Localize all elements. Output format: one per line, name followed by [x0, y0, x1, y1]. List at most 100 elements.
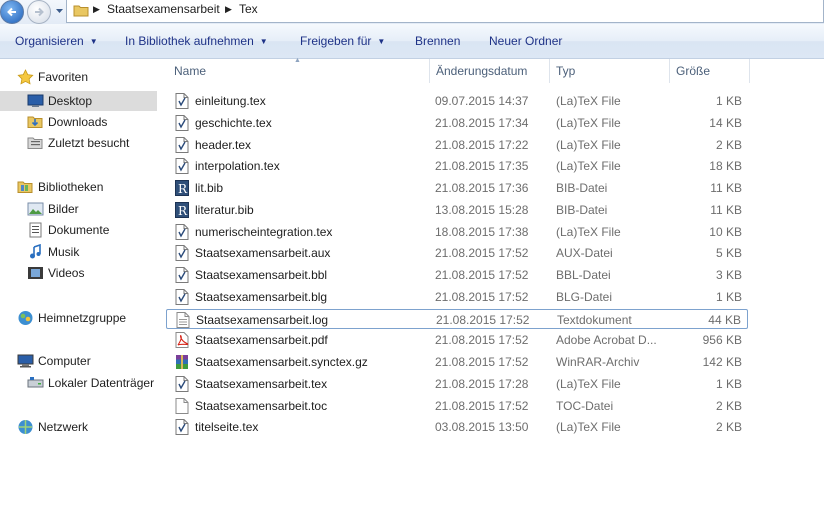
file-row[interactable]: interpolation.tex 21.08.2015 17:35 (La)T… [166, 156, 748, 176]
file-size: 1 KB [715, 290, 742, 304]
bib-file-icon: R [175, 202, 189, 218]
file-size: 3 KB [715, 268, 742, 282]
file-size: 18 KB [709, 159, 742, 173]
blank-file-icon [175, 398, 189, 414]
file-row[interactable]: R lit.bib 21.08.2015 17:36 BIB-Datei 11 … [166, 178, 748, 198]
column-divider[interactable] [749, 59, 750, 83]
forward-button[interactable] [27, 0, 51, 24]
file-name: Staatsexamensarbeit.pdf [195, 333, 328, 347]
file-type: (La)TeX File [556, 159, 621, 173]
column-header-type[interactable]: Typ [556, 64, 575, 78]
tex-file-icon [175, 137, 189, 153]
file-row[interactable]: Staatsexamensarbeit.pdf 21.08.2015 17:52… [166, 330, 748, 350]
file-date-modified: 21.08.2015 17:52 [436, 313, 530, 327]
organize-label: Organisieren [15, 34, 84, 48]
file-row[interactable]: Staatsexamensarbeit.blg 21.08.2015 17:52… [166, 287, 748, 307]
nav-libraries-label: Bibliotheken [38, 180, 104, 194]
file-type: (La)TeX File [556, 377, 621, 391]
file-row[interactable]: geschichte.tex 21.08.2015 17:34 (La)TeX … [166, 113, 748, 133]
file-row[interactable]: Staatsexamensarbeit.synctex.gz 21.08.201… [166, 352, 748, 372]
file-type: (La)TeX File [556, 94, 621, 108]
address-field[interactable]: ▶ Staatsexamensarbeit ▶ Tex [66, 0, 824, 23]
file-row[interactable]: Staatsexamensarbeit.log 21.08.2015 17:52… [166, 309, 748, 329]
nav-favorites-label: Favoriten [38, 70, 89, 84]
recent-pages-dropdown-icon[interactable] [55, 6, 64, 16]
share-with-button[interactable]: Freigeben für ▼ [300, 34, 385, 48]
back-button[interactable] [0, 0, 24, 24]
file-row[interactable]: Staatsexamensarbeit.bbl 21.08.2015 17:52… [166, 265, 748, 285]
file-name: Staatsexamensarbeit.blg [195, 290, 328, 304]
file-date-modified: 21.08.2015 17:52 [435, 333, 529, 347]
breadcrumb-tex[interactable]: Tex [239, 2, 258, 16]
file-row[interactable]: einleitung.tex 09.07.2015 14:37 (La)TeX … [166, 91, 748, 111]
file-date-modified: 21.08.2015 17:52 [435, 399, 529, 413]
file-size: 2 KB [715, 420, 742, 434]
nav-videos-label: Videos [48, 266, 85, 280]
nav-documents-label: Dokumente [48, 223, 110, 237]
file-size: 1 KB [715, 377, 742, 391]
nav-downloads-label: Downloads [48, 115, 108, 129]
file-date-modified: 21.08.2015 17:52 [435, 355, 529, 369]
file-row[interactable]: Staatsexamensarbeit.toc 21.08.2015 17:52… [166, 396, 748, 416]
column-header-row: ▲ Name Änderungsdatum Typ Größe [166, 57, 824, 83]
chevron-down-icon: ▼ [89, 37, 98, 46]
column-header-name[interactable]: Name [174, 64, 206, 78]
videos-icon [28, 267, 43, 279]
file-name: Staatsexamensarbeit.log [196, 313, 329, 327]
new-folder-button[interactable]: Neuer Ordner [489, 34, 562, 48]
include-in-library-button[interactable]: In Bibliothek aufnehmen ▼ [125, 34, 268, 48]
file-row[interactable]: R literatur.bib 13.08.2015 15:28 BIB-Dat… [166, 200, 748, 220]
pictures-icon [27, 202, 44, 216]
tex-file-icon [175, 245, 189, 261]
column-header-date[interactable]: Änderungsdatum [436, 64, 527, 78]
file-size: 11 KB [710, 203, 742, 217]
file-type: (La)TeX File [556, 225, 621, 239]
column-header-size[interactable]: Größe [676, 64, 710, 78]
file-date-modified: 21.08.2015 17:52 [435, 246, 529, 260]
column-divider[interactable] [429, 59, 430, 83]
text-file-icon [176, 312, 190, 328]
breadcrumb-separator-icon[interactable]: ▶ [225, 4, 232, 15]
archive-file-icon [175, 354, 189, 370]
file-row[interactable]: header.tex 21.08.2015 17:22 (La)TeX File… [166, 135, 748, 155]
downloads-folder-icon [27, 116, 43, 128]
tex-file-icon [175, 115, 189, 131]
file-row[interactable]: Staatsexamensarbeit.aux 21.08.2015 17:52… [166, 243, 748, 263]
share-label: Freigeben für [300, 34, 372, 48]
file-date-modified: 18.08.2015 17:38 [435, 225, 529, 239]
file-name: Staatsexamensarbeit.bbl [195, 268, 328, 282]
file-name: lit.bib [195, 181, 224, 195]
organize-button[interactable]: Organisieren ▼ [15, 34, 98, 48]
nav-desktop-label: Desktop [48, 94, 93, 108]
file-row[interactable]: titelseite.tex 03.08.2015 13:50 (La)TeX … [166, 417, 748, 437]
column-divider[interactable] [669, 59, 670, 83]
documents-icon [29, 222, 42, 238]
tex-file-icon [175, 224, 189, 240]
file-name: Staatsexamensarbeit.aux [195, 246, 331, 260]
file-date-modified: 21.08.2015 17:22 [435, 138, 529, 152]
file-size: 44 KB [708, 313, 741, 327]
file-date-modified: 21.08.2015 17:36 [435, 181, 529, 195]
file-type: TOC-Datei [556, 399, 614, 413]
file-date-modified: 09.07.2015 14:37 [435, 94, 529, 108]
file-name: interpolation.tex [195, 159, 280, 173]
nav-pictures-label: Bilder [48, 202, 79, 216]
breadcrumb-staatsexamensarbeit[interactable]: Staatsexamensarbeit [107, 2, 220, 16]
sort-ascending-icon: ▲ [294, 57, 301, 64]
music-icon [30, 244, 41, 259]
file-name: numerischeintegration.tex [195, 225, 333, 239]
tex-file-icon [175, 93, 189, 109]
file-name: Staatsexamensarbeit.synctex.gz [195, 355, 368, 369]
network-icon [18, 420, 33, 434]
file-name: header.tex [195, 138, 252, 152]
file-type: (La)TeX File [556, 116, 621, 130]
tex-file-icon [175, 158, 189, 174]
column-divider[interactable] [549, 59, 550, 83]
file-row[interactable]: numerischeintegration.tex 18.08.2015 17:… [166, 222, 748, 242]
file-name: geschichte.tex [195, 116, 272, 130]
burn-button[interactable]: Brennen [415, 34, 460, 48]
file-size: 2 KB [715, 399, 742, 413]
file-row[interactable]: Staatsexamensarbeit.tex 21.08.2015 17:28… [166, 374, 748, 394]
breadcrumb-separator-icon[interactable]: ▶ [93, 4, 100, 15]
file-type: (La)TeX File [556, 138, 621, 152]
